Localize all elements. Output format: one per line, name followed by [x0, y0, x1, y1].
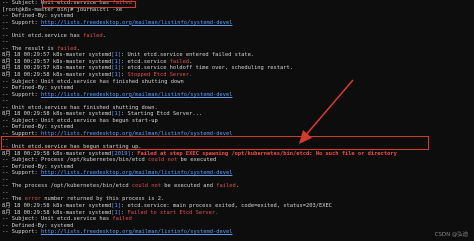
terminal-text: -- Subject: Process /opt/kubernetes/bin/…: [2, 157, 149, 164]
terminal-text: number returned by this process is 2.: [40, 196, 165, 203]
terminal-text: [2019]: [111, 150, 131, 157]
terminal-text: -- Unit etcd.service has: [2, 32, 84, 39]
terminal-text: -- The process /opt/kubernetes/bin/etcd: [2, 183, 132, 190]
terminal-text: --: [2, 176, 9, 183]
terminal-text: .: [102, 32, 106, 39]
terminal-text: -- The: [2, 196, 25, 203]
terminal-text: [root@k8s-master bin]# journalctl -xe: [2, 6, 123, 13]
terminal-text: : Unit etcd.service entered failed state…: [121, 52, 255, 59]
terminal-text: --: [2, 39, 9, 46]
terminal-text: failed: [216, 183, 236, 190]
terminal-text: : etcd.service holdoff time over, schedu…: [121, 65, 294, 72]
support-link[interactable]: http://lists.freedesktop.org/mailman/lis…: [41, 20, 232, 26]
terminal-text: be executed and: [161, 183, 217, 190]
terminal-text: --: [2, 137, 9, 144]
terminal-text: -- Support:: [2, 170, 41, 177]
terminal-text: [1]: [111, 72, 121, 79]
terminal-text: 8月 18 00:29:58 k8s-master systemd: [2, 111, 112, 118]
terminal-text: -- Defined-By: systemd: [2, 222, 74, 229]
terminal-text: -- Defined-By: systemd: [2, 13, 74, 20]
terminal-text: be executed: [177, 157, 217, 164]
support-link[interactable]: http://lists.freedesktop.org/mailman/lis…: [41, 229, 232, 235]
terminal-text: failed: [112, 216, 132, 223]
terminal-text: -- The result is: [2, 45, 58, 52]
terminal-text: error: [24, 196, 41, 203]
terminal-text: : etcd.service: main process exited, cod…: [121, 202, 332, 209]
watermark: CSDN @弘迪: [434, 232, 468, 239]
terminal-text: could not: [148, 157, 178, 164]
terminal-text: -- Support:: [2, 130, 41, 137]
support-link[interactable]: http://lists.freedesktop.org/mailman/lis…: [41, 131, 232, 137]
terminal-text: Stopped Etcd Server.: [127, 72, 193, 79]
terminal-text: failed: [112, 0, 132, 6]
terminal-text: 8月 18 00:29:57 k8s-master systemd: [2, 52, 112, 59]
terminal-text: : Starting Etcd Server...: [121, 111, 203, 118]
terminal-output[interactable]: -- Subject: Unit etcd.service has failed…: [0, 0, 474, 241]
terminal-text: -- Subject: Unit etcd.service has finish…: [2, 78, 184, 85]
terminal-text: -- Unit etcd.service has finished shutti…: [2, 104, 158, 111]
terminal-text: -- Unit etcd.service has begun starting …: [2, 144, 142, 151]
terminal-text: -- Subject: Unit etcd.service has: [2, 216, 113, 223]
terminal-text: -- Subject: Unit etcd.service has: [2, 0, 113, 6]
terminal-text: .: [76, 45, 80, 52]
terminal-text: -- Support:: [2, 229, 41, 236]
terminal-line: -- Support: http://lists.freedesktop.org…: [2, 229, 472, 236]
terminal-text: failed: [83, 32, 103, 39]
terminal-text: [1]: [111, 209, 121, 216]
terminal-text: --: [2, 26, 9, 33]
terminal-text: 8月 18 00:29:58 k8s-master systemd: [2, 202, 112, 209]
terminal-text: -- Support:: [2, 91, 41, 98]
terminal-text: could not: [131, 183, 162, 190]
terminal-text: Failed at step EXEC spawning /opt/kubern…: [137, 150, 397, 157]
terminal-text: [1]: [111, 202, 121, 209]
support-link[interactable]: http://lists.freedesktop.org/mailman/lis…: [41, 170, 232, 176]
terminal-text: failed: [57, 45, 77, 52]
terminal-text: [1]: [111, 111, 121, 118]
terminal-text: -- Support:: [2, 19, 41, 26]
terminal-text: -- Defined-By: systemd: [2, 124, 74, 131]
terminal-text: -- Defined-By: systemd: [2, 163, 74, 170]
terminal-text: 8月 18 00:29:58 k8s-master systemd: [2, 150, 112, 157]
terminal-text: .: [235, 183, 239, 190]
terminal-text: --: [2, 98, 9, 105]
terminal-text: Failed to start Etcd Server.: [127, 209, 219, 216]
support-link[interactable]: http://lists.freedesktop.org/mailman/lis…: [41, 92, 232, 98]
terminal-text: 8月 18 00:29:57 k8s-master systemd: [2, 65, 112, 72]
terminal-text: -- Subject: Unit etcd.service has begun …: [2, 117, 158, 124]
terminal-text: [1]: [111, 52, 121, 59]
terminal-text: [1]: [111, 65, 121, 72]
annotation-arrow-icon: [299, 79, 354, 144]
terminal-text: --: [2, 189, 9, 196]
terminal-text: -- Defined-By: systemd: [2, 85, 74, 92]
terminal-text: 8月 18 00:29:58 k8s-master systemd: [2, 209, 112, 216]
terminal-text: 8月 18 00:29:58 k8s-master systemd: [2, 72, 112, 79]
